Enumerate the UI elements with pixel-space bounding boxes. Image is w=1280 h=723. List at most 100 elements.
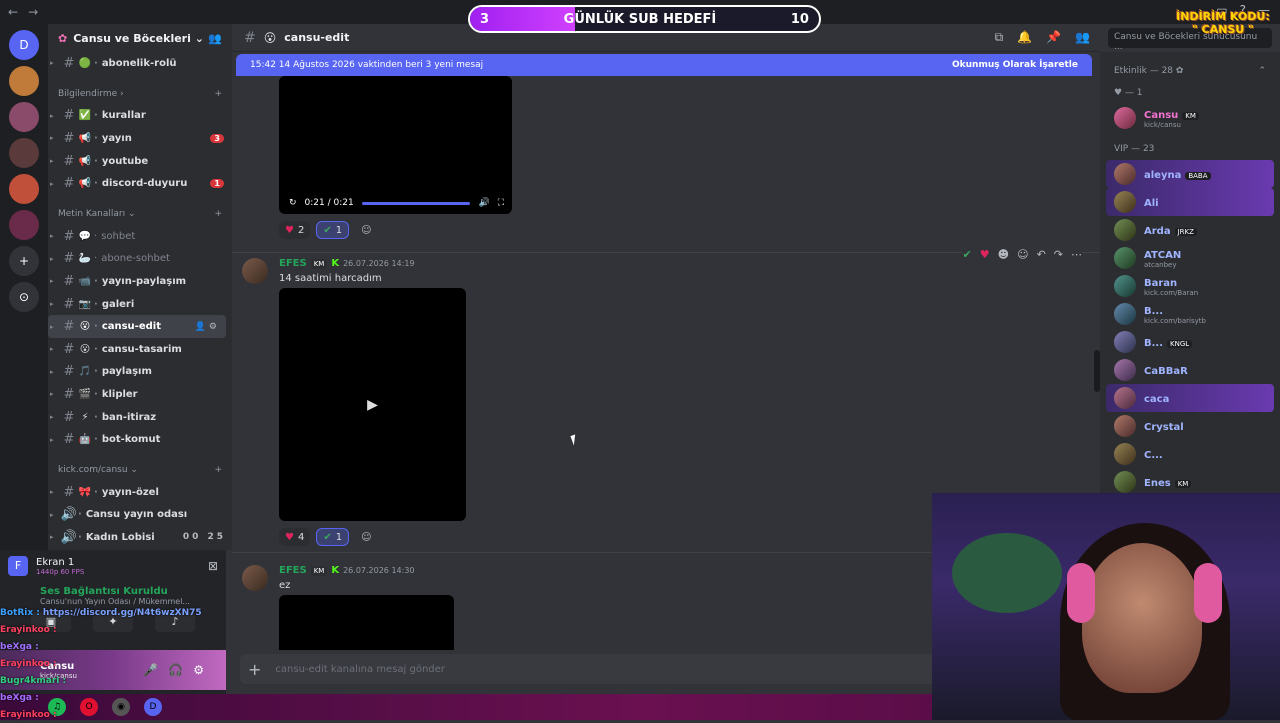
screen-share-panel[interactable]: F Ekran 1 1440p 60 FPS ⊠ (0, 550, 226, 582)
channel-youtube[interactable]: ▸ # 📢 · youtube (48, 150, 232, 173)
member-item[interactable]: Enes KM (1100, 468, 1280, 494)
vip-category: VIP — 23 (1114, 144, 1155, 154)
add-reaction-icon[interactable]: ☺ (355, 528, 377, 546)
server-icon[interactable] (9, 174, 39, 204)
author-name[interactable]: EFES (279, 258, 307, 269)
attach-icon[interactable]: + (248, 660, 261, 679)
channel-yayın[interactable]: ▸ # 📢 · yayın 3 (48, 127, 232, 150)
server-icon[interactable] (9, 210, 39, 240)
stop-share-icon[interactable]: ⊠ (208, 559, 218, 573)
add-channel-icon[interactable]: + (214, 209, 222, 219)
add-reaction-icon[interactable]: ☺ (355, 221, 377, 239)
channel-kadın-lobisi[interactable]: ▸ 🔊 · Kadın Lobisi 00 25 (48, 526, 232, 549)
member-item[interactable]: Baran kick.com/Baran (1100, 272, 1280, 300)
channel-bot-komut[interactable]: ▸ # 🤖 · bot-komut (48, 428, 232, 451)
add-reaction-icon[interactable]: ☺ (1017, 248, 1028, 261)
channel-galeri[interactable]: ▸ # 📷 · galeri (48, 293, 232, 316)
heart-icon[interactable]: ♥ (980, 248, 990, 261)
server-header[interactable]: ✿ Cansu ve Böcekleri ⌄ 👥 (48, 24, 232, 52)
reaction-heart[interactable]: ♥ 4 (279, 528, 311, 546)
member-owner[interactable]: Cansu KM kick/cansu (1100, 104, 1280, 132)
member-item[interactable]: B... kick.com/barisytb (1100, 300, 1280, 328)
pin-icon[interactable]: 📌 (1046, 30, 1061, 45)
channel-cansu-yayın-odası[interactable]: ▸ 🔊 · Cansu yayın odası (48, 504, 232, 527)
member-item[interactable]: Ali (1106, 188, 1274, 216)
video-player[interactable] (279, 595, 454, 650)
server-icon[interactable]: ⊙ (9, 282, 39, 312)
composer-input[interactable]: cansu-edit kanalına mesaj gönder (275, 664, 445, 675)
fullscreen-icon[interactable]: ⛶ (498, 198, 504, 208)
channel-paylaşım[interactable]: ▸ # 🎵 · paylaşım (48, 361, 232, 384)
channel-yayın-özel[interactable]: ▸ # 🎀 · yayın-özel (48, 481, 232, 504)
channel-discord-duyuru[interactable]: ▸ # 📢 · discord-duyuru 1 (48, 172, 232, 195)
category-text[interactable]: Metin Kanalları ⌄ + (48, 203, 232, 225)
emoji-icon[interactable]: ☻ (998, 248, 1009, 261)
channel-abone-sohbet[interactable]: ▸ # 🦢 · abone-sohbet (48, 248, 232, 271)
video-progress[interactable] (361, 201, 471, 205)
dot-separator: · (78, 509, 82, 521)
add-member-icon[interactable]: 👥 (208, 32, 222, 45)
bell-icon[interactable]: 🔔 (1017, 30, 1032, 45)
reply-icon[interactable]: ↶ (1037, 248, 1046, 261)
chevron-up-icon[interactable]: ⌃ (1258, 66, 1266, 76)
play-icon[interactable]: ▶ (367, 397, 378, 413)
add-channel-icon[interactable]: + (214, 465, 222, 475)
member-item[interactable]: aleyna BABA (1106, 160, 1274, 188)
channel-abonelik-rolü[interactable]: ▸ # 🟢 · abonelik-rolü (48, 52, 232, 75)
member-item[interactable]: ATCAN atcanbey (1100, 244, 1280, 272)
reaction-heart[interactable]: ♥ 2 (279, 221, 311, 239)
reaction-check[interactable]: ✔ 1 (316, 221, 350, 239)
server-icon[interactable]: D (9, 30, 39, 60)
channel-sohbet[interactable]: ▸ # 💬 · sohbet (48, 225, 232, 248)
forward-icon[interactable]: ↷ (1054, 248, 1063, 261)
members-icon[interactable]: 👥 (1075, 30, 1090, 45)
channel-name: youtube (101, 155, 149, 167)
member-name: B... (1144, 338, 1164, 349)
replay-icon[interactable]: ↻ (289, 198, 297, 208)
category-info[interactable]: Bilgilendirme › + (48, 83, 232, 105)
member-item[interactable]: Arda JRKZ (1100, 216, 1280, 244)
threads-icon[interactable]: ⧉ (995, 30, 1004, 45)
chevron-icon: ▸ (50, 345, 54, 354)
member-item[interactable]: CaBBaR (1100, 356, 1280, 384)
channel-yayın-paylaşım[interactable]: ▸ # 📹 · yayın-paylaşım (48, 270, 232, 293)
chevron-icon: ▸ (50, 510, 54, 519)
mark-read-button[interactable]: Okunmuş Olarak İşaretle (952, 60, 1078, 70)
hash-icon: # (63, 341, 75, 357)
reaction-check[interactable]: ✔ 1 (316, 528, 350, 546)
promo-line: " CANSU " (1192, 23, 1254, 36)
channel-ban-itiraz[interactable]: ▸ # ⚡ · ban-itiraz (48, 406, 232, 429)
video-player[interactable]: ▶ (279, 288, 466, 521)
volume-icon[interactable]: 🔊 (478, 198, 489, 208)
chat-line: BotRix : https://discord.gg/N4t6wzXN75 (0, 604, 210, 621)
channel-klipler[interactable]: ▸ # 🎬 · klipler (48, 383, 232, 406)
server-icon[interactable] (9, 138, 39, 168)
dot-separator: · (94, 178, 98, 190)
avatar[interactable] (242, 565, 268, 591)
server-icon[interactable]: + (9, 246, 39, 276)
activity-header[interactable]: Etkinlik — 28 ✿ ⌃ (1100, 60, 1280, 82)
check-icon[interactable]: ✔ (963, 248, 972, 261)
channel-settings-icon[interactable]: 👤⚙ (195, 322, 220, 332)
reaction-count: 1 (335, 531, 343, 543)
avatar[interactable] (242, 258, 268, 284)
avatar (1114, 219, 1136, 241)
new-messages-bar[interactable]: 15:42 14 Ağustos 2026 vaktinden beri 3 y… (236, 54, 1092, 76)
back-arrow-icon[interactable]: ← (8, 5, 18, 19)
server-icon[interactable] (9, 102, 39, 132)
channel-cansu-tasarim[interactable]: ▸ # 😮 · cansu-tasarim (48, 338, 232, 361)
video-player[interactable]: ↻ 0:21 / 0:21 🔊 ⛶ (279, 76, 512, 214)
member-item[interactable]: Crystal (1100, 412, 1280, 440)
more-icon[interactable]: ⋯ (1071, 248, 1082, 261)
server-icon[interactable] (9, 66, 39, 96)
member-item[interactable]: C... (1100, 440, 1280, 468)
category-kick[interactable]: kick.com/cansu ⌄ + (48, 459, 232, 481)
channel-cansu-edit[interactable]: ▸ # 😮 · cansu-edit 👤⚙ (48, 315, 226, 338)
avatar (1114, 359, 1136, 381)
member-item[interactable]: B... KNGL (1100, 328, 1280, 356)
add-channel-icon[interactable]: + (214, 89, 222, 99)
channel-kurallar[interactable]: ▸ # ✅ · kurallar (48, 105, 232, 128)
member-item[interactable]: caca (1106, 384, 1274, 412)
forward-arrow-icon[interactable]: → (28, 5, 38, 19)
author-name[interactable]: EFES (279, 565, 307, 576)
